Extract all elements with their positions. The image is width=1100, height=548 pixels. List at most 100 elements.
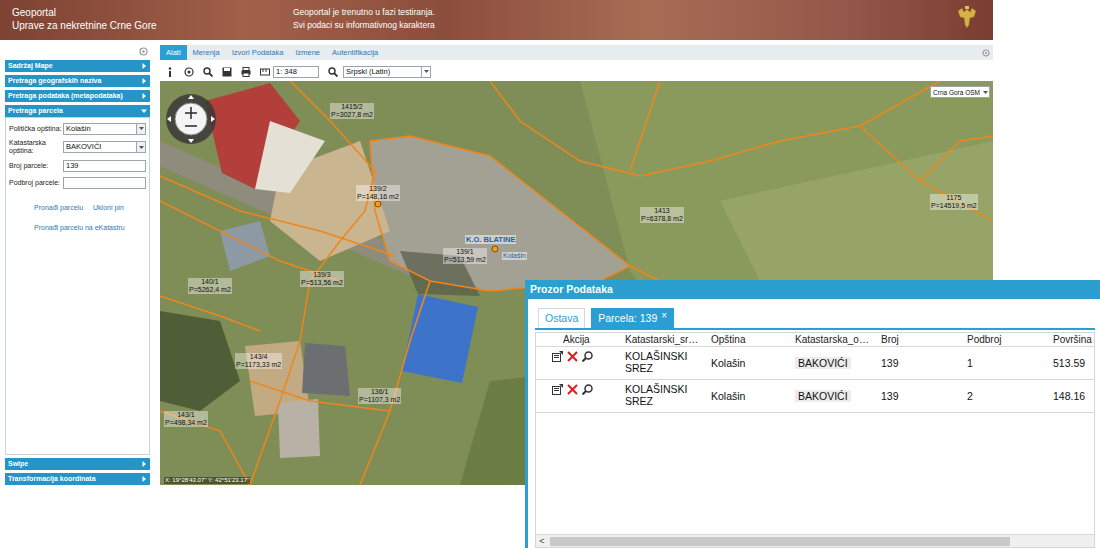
panel-title[interactable]: Swipe	[8, 458, 28, 470]
parcel-number[interactable]: 140/1	[201, 278, 219, 286]
parcel-area[interactable]: P=1173,33 m2	[236, 361, 281, 369]
basemap-value[interactable]: Crna Gora OSM	[933, 88, 980, 97]
parcel-label[interactable]: 139/1P=513,59 m2	[443, 248, 487, 264]
select-value[interactable]: Kolašin	[66, 124, 91, 134]
data-tab[interactable]: Ostava	[538, 308, 585, 328]
tab-label[interactable]: Parcela: 139	[598, 312, 657, 325]
table-row[interactable]: KOLAŠINSKI SREZKolašinBAKOVIĆI1391513.59	[536, 347, 1094, 380]
parcel-label[interactable]: 136/1P=1107,3 m2	[358, 388, 401, 404]
dropdown-arrow-icon[interactable]	[139, 127, 144, 130]
language-select[interactable]: Srpski (Latin)	[343, 66, 431, 78]
parcel-area[interactable]: P=6378,8 m2	[641, 215, 683, 223]
data-window[interactable]: Prozor Podataka Ostava Parcela: 139 × Akcija…	[525, 280, 1100, 548]
save-icon[interactable]	[222, 67, 232, 77]
edit-icon[interactable]	[552, 351, 563, 362]
parcel-label[interactable]: 139/3P=513,56 m2	[300, 271, 344, 287]
parcel-label[interactable]: 143/4P=1173,33 m2	[235, 353, 282, 369]
toggle-arrow-icon[interactable]	[141, 63, 147, 69]
parcel-area[interactable]: P=513,56 m2	[301, 279, 343, 287]
parcel-label[interactable]: 139/2P=148,16 m2	[356, 185, 400, 201]
panel-header[interactable]: Swipe	[5, 458, 150, 470]
find-parcel-link[interactable]: Pronađi parcelu	[34, 203, 83, 212]
tab-label[interactable]: Ostava	[545, 312, 578, 325]
zoom-to-icon[interactable]	[582, 384, 593, 395]
select-button[interactable]	[421, 67, 430, 77]
parcel-label[interactable]: 1415/2P=3027,8 m2	[330, 103, 374, 119]
column-header[interactable]: Opština	[709, 333, 793, 346]
field-select[interactable]: Kolašin	[63, 123, 146, 135]
parcel-area[interactable]: P=498,34 m2	[165, 419, 207, 427]
language-value[interactable]: Srpski (Latin)	[346, 67, 390, 77]
parcel-number[interactable]: 1413	[654, 207, 670, 215]
parcel-number[interactable]: 139/1	[456, 248, 474, 256]
column-header[interactable]: Akcija	[537, 333, 623, 346]
zoom-icon[interactable]	[328, 67, 338, 77]
pan-icon[interactable]	[184, 67, 194, 77]
zoom-icon[interactable]	[203, 67, 213, 77]
field-input[interactable]	[63, 160, 146, 172]
parcel-number[interactable]: 1175	[946, 194, 961, 202]
tool-tab[interactable]: Izmene	[289, 45, 326, 60]
parcel-area[interactable]: P=14519,5 m2	[931, 202, 977, 210]
parcel-number[interactable]: 139/2	[369, 185, 387, 193]
parcel-area[interactable]: P=1107,3 m2	[359, 396, 400, 404]
zoom-to-icon[interactable]	[582, 351, 593, 362]
parcel-area[interactable]: P=3027,8 m2	[331, 111, 373, 119]
select-button[interactable]	[136, 142, 145, 152]
tool-tab[interactable]: Izvori Podataka	[226, 45, 290, 60]
parcel-number[interactable]: 143/1	[177, 411, 195, 419]
parcel-label[interactable]: 1413P=6378,8 m2	[640, 207, 684, 223]
toggle-arrow-icon[interactable]	[141, 476, 147, 482]
toggle-arrow-icon[interactable]	[141, 78, 147, 84]
dropdown-arrow-icon[interactable]	[424, 70, 429, 73]
column-header[interactable]: Podbroj	[965, 333, 1051, 346]
window-titlebar[interactable]: Prozor Podataka	[528, 280, 1100, 299]
column-header[interactable]: Površina	[1051, 333, 1095, 346]
parcel-label[interactable]: 143/1P=498,34 m2	[164, 411, 208, 427]
parcel-area[interactable]: P=5262,4 m2	[189, 286, 231, 294]
panel-title[interactable]: Pretraga podataka (metapodataka)	[8, 90, 123, 102]
column-header[interactable]: Broj	[879, 333, 965, 346]
panel-header[interactable]: Pretraga podataka (metapodataka)	[5, 90, 150, 102]
remove-pin-link[interactable]: Ukloni pin	[93, 203, 124, 212]
select-button[interactable]	[136, 124, 145, 134]
parcel-area[interactable]: P=148,16 m2	[357, 193, 399, 201]
basemap-select[interactable]: Crna Gora OSM	[930, 86, 990, 98]
toggle-arrow-icon[interactable]	[141, 461, 147, 467]
tool-tab[interactable]: Autentifikacija	[326, 45, 384, 60]
scale-value[interactable]: 1: 348	[276, 67, 297, 77]
parcel-number[interactable]: 143/4	[250, 353, 268, 361]
scale-field[interactable]: 1: 348	[273, 66, 319, 78]
toggle-arrow-icon[interactable]	[141, 108, 147, 114]
parcel-number[interactable]: 136/1	[371, 388, 389, 396]
dropdown-arrow-icon[interactable]	[139, 146, 144, 149]
delete-icon[interactable]	[567, 384, 578, 395]
print-icon[interactable]	[241, 67, 251, 77]
panel-header[interactable]: Pretraga geografskih naziva	[5, 75, 150, 87]
column-header[interactable]: Katastarska_o…	[793, 333, 879, 346]
panel-header[interactable]: Sadržaj Mape	[5, 60, 150, 72]
tool-tab[interactable]: Merenja	[187, 45, 226, 60]
field-input[interactable]	[63, 177, 146, 189]
map-navigator-icon[interactable]	[165, 93, 217, 145]
panel-title[interactable]: Sadržaj Mape	[8, 60, 53, 72]
panel-title[interactable]: Pretraga geografskih naziva	[8, 75, 101, 87]
settings-icon[interactable]	[982, 49, 990, 57]
parcel-label[interactable]: 1175P=14519,5 m2	[930, 194, 978, 210]
toggle-arrow-icon[interactable]	[141, 93, 147, 99]
data-tab[interactable]: Parcela: 139 ×	[591, 308, 674, 328]
panel-title[interactable]: Transformacija koordinata	[8, 473, 96, 485]
scroll-left-button[interactable]: <	[536, 536, 548, 547]
column-header[interactable]: Katastarski_sr…	[623, 333, 709, 346]
field-select[interactable]: BAKOVIĆI	[63, 141, 146, 153]
scale-icon[interactable]	[260, 67, 270, 77]
parcel-label[interactable]: 140/1P=5262,4 m2	[188, 278, 232, 294]
tab-close-button[interactable]: ×	[661, 311, 667, 321]
table-row[interactable]: KOLAŠINSKI SREZKolašinBAKOVIĆI1392148.16	[536, 380, 1094, 413]
edit-icon[interactable]	[552, 384, 563, 395]
dropdown-arrow-icon[interactable]	[983, 91, 988, 94]
scroll-thumb[interactable]	[550, 537, 1010, 546]
select-value[interactable]: BAKOVIĆI	[66, 142, 101, 152]
parcel-area[interactable]: P=513,59 m2	[444, 256, 486, 264]
ekatastar-link[interactable]: Pronađi parcelu na eKatastru	[34, 223, 125, 232]
